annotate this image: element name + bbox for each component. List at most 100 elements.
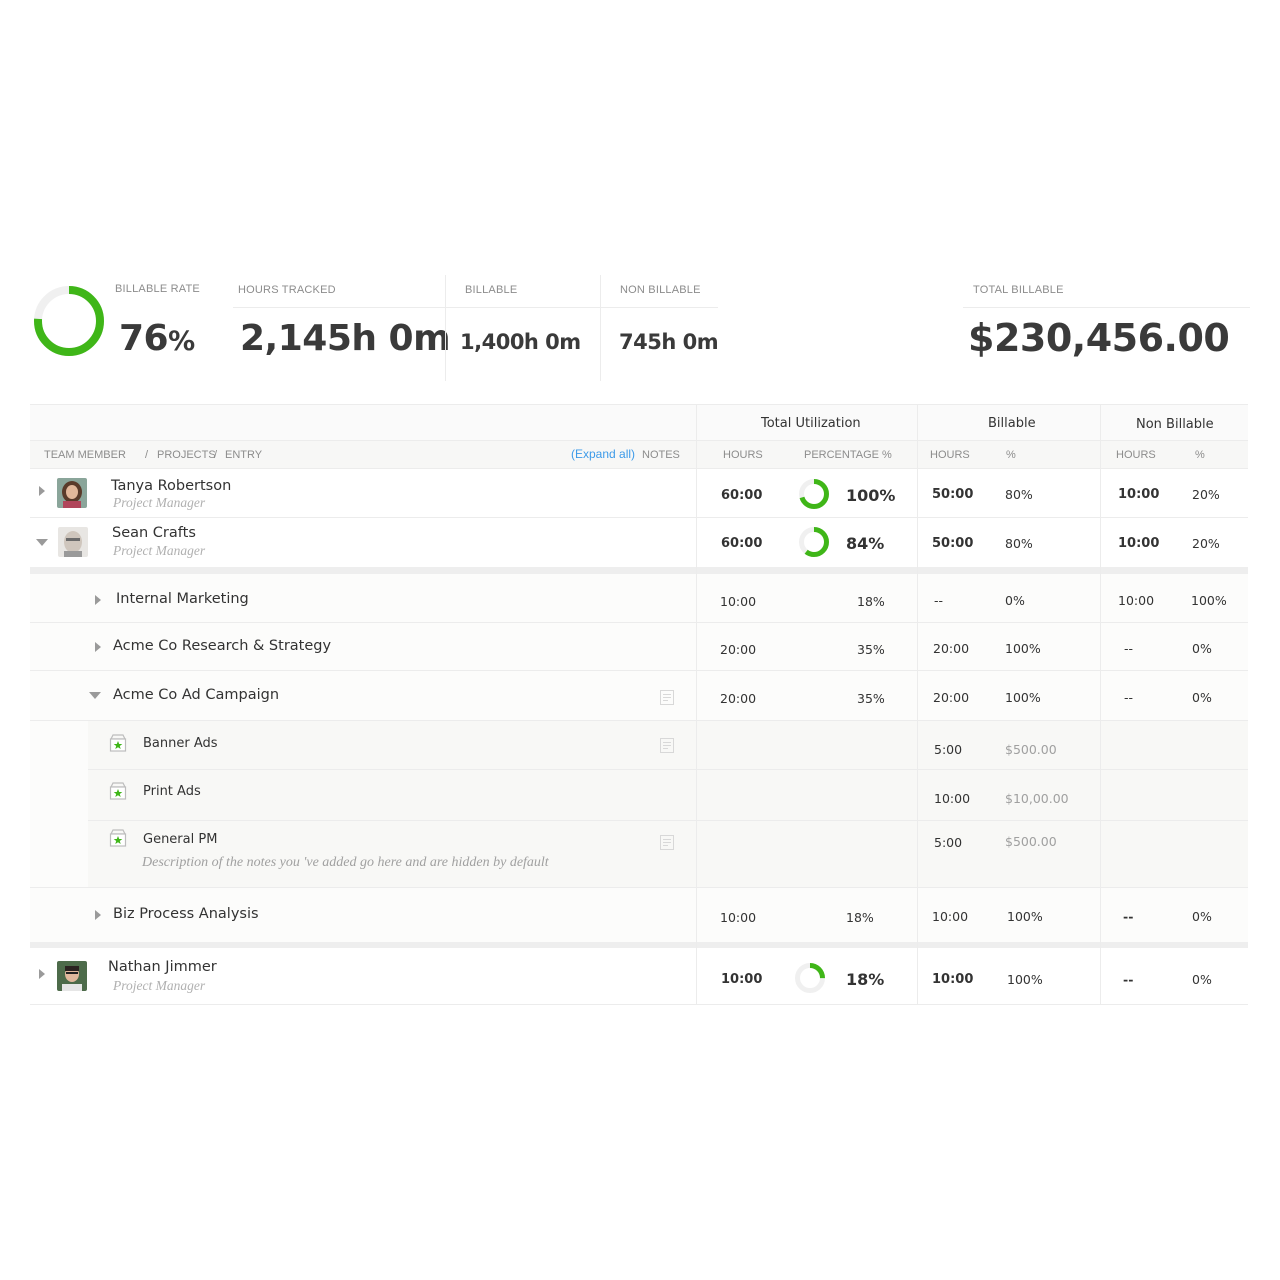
row-line bbox=[30, 670, 1248, 671]
task-icon bbox=[109, 734, 127, 752]
col-line bbox=[1100, 404, 1101, 1004]
utilization-ring bbox=[799, 527, 829, 557]
col-entry: ENTRY bbox=[225, 449, 263, 461]
b-pct: 100% bbox=[1007, 909, 1043, 924]
task-icon bbox=[109, 782, 127, 800]
group-header-row bbox=[30, 405, 1248, 441]
billable-label: BILLABLE bbox=[465, 284, 518, 296]
col-notes: NOTES bbox=[642, 449, 680, 461]
expand-arrow-icon[interactable] bbox=[95, 642, 101, 652]
tu-hours: 10:00 bbox=[720, 910, 757, 925]
avatar bbox=[57, 478, 87, 508]
nb-pct: 0% bbox=[1192, 641, 1212, 656]
row-line bbox=[30, 622, 1248, 623]
notes-icon[interactable] bbox=[660, 738, 674, 753]
entry-name: General PM bbox=[143, 832, 218, 847]
member-name: Tanya Robertson bbox=[111, 478, 232, 494]
tu-hours: 60:00 bbox=[721, 536, 763, 551]
expand-arrow-icon[interactable] bbox=[95, 910, 101, 920]
group-separator bbox=[30, 942, 1248, 948]
row-line bbox=[30, 887, 1248, 888]
nb-hours: -- bbox=[1124, 690, 1134, 705]
project-name: Internal Marketing bbox=[116, 591, 249, 607]
tu-percentage: 84% bbox=[846, 534, 885, 553]
notes-icon[interactable] bbox=[660, 690, 674, 705]
entry-amount: $500.00 bbox=[1005, 742, 1057, 757]
billable-rate-value: 76% bbox=[119, 318, 195, 359]
b-hours: 50:00 bbox=[932, 536, 974, 551]
avatar bbox=[58, 527, 88, 557]
col-tu-hours: HOURS bbox=[723, 449, 763, 461]
tu-hours: 10:00 bbox=[721, 972, 763, 987]
b-pct: 100% bbox=[1005, 641, 1041, 656]
tu-percentage: 35% bbox=[857, 691, 885, 706]
row-line bbox=[30, 720, 1248, 721]
total-billable-label: TOTAL BILLABLE bbox=[973, 284, 1064, 296]
collapse-arrow-icon[interactable] bbox=[36, 539, 48, 546]
nb-pct: 20% bbox=[1192, 536, 1220, 551]
b-hours: 10:00 bbox=[932, 909, 969, 924]
tu-hours: 20:00 bbox=[720, 642, 757, 657]
member-role: Project Manager bbox=[113, 495, 206, 510]
row-line bbox=[30, 404, 1248, 405]
col-separator: / bbox=[145, 449, 149, 461]
member-role: Project Manager bbox=[113, 543, 206, 558]
col-nb-hours: HOURS bbox=[1116, 449, 1156, 461]
b-hours: 50:00 bbox=[932, 487, 974, 502]
task-icon bbox=[109, 829, 127, 847]
b-hours: 10:00 bbox=[934, 791, 971, 806]
row-line bbox=[30, 1004, 1248, 1005]
nb-hours: 10:00 bbox=[1118, 593, 1155, 608]
notes-icon[interactable] bbox=[660, 835, 674, 850]
divider bbox=[601, 307, 718, 308]
nb-pct: 20% bbox=[1192, 487, 1220, 502]
divider bbox=[445, 275, 446, 381]
non-billable-value: 745h 0m bbox=[619, 330, 719, 354]
nb-hours: -- bbox=[1123, 972, 1134, 987]
nb-pct: 0% bbox=[1192, 690, 1212, 705]
b-hours: -- bbox=[934, 593, 944, 608]
nb-hours: 10:00 bbox=[1118, 487, 1160, 502]
project-name: Acme Co Ad Campaign bbox=[113, 687, 280, 703]
divider bbox=[233, 307, 445, 308]
project-name: Biz Process Analysis bbox=[113, 906, 259, 922]
billable-value: 1,400h 0m bbox=[460, 330, 581, 354]
tu-percentage: 100% bbox=[846, 486, 896, 505]
expand-all-link[interactable]: (Expand all) bbox=[571, 447, 635, 461]
member-name: Sean Crafts bbox=[112, 525, 196, 541]
col-line bbox=[696, 404, 697, 1004]
utilization-ring bbox=[799, 479, 829, 509]
expand-arrow-icon[interactable] bbox=[39, 486, 45, 496]
billable-rate-donut bbox=[34, 286, 104, 356]
tu-percentage: 35% bbox=[857, 642, 885, 657]
tu-hours: 20:00 bbox=[720, 691, 757, 706]
row-line bbox=[88, 769, 1248, 770]
b-hours: 20:00 bbox=[933, 641, 970, 656]
avatar bbox=[57, 961, 87, 991]
project-name: Acme Co Research & Strategy bbox=[113, 638, 332, 654]
entry-amount: $500.00 bbox=[1005, 834, 1057, 849]
group-non-billable: Non Billable bbox=[1136, 417, 1214, 432]
row-line bbox=[30, 517, 1248, 518]
b-pct: 0% bbox=[1005, 593, 1025, 608]
nb-pct: 100% bbox=[1191, 593, 1227, 608]
divider bbox=[600, 275, 601, 381]
nb-hours: -- bbox=[1123, 909, 1134, 924]
divider bbox=[963, 307, 1250, 308]
col-projects: PROJECTS bbox=[157, 449, 216, 461]
entry-note: Description of the notes you 've added g… bbox=[142, 855, 549, 870]
expand-arrow-icon[interactable] bbox=[95, 595, 101, 605]
row-line bbox=[88, 820, 1248, 821]
row-line bbox=[30, 440, 1248, 441]
group-separator bbox=[30, 567, 1248, 574]
group-total-utilization: Total Utilization bbox=[761, 416, 861, 431]
expand-arrow-icon[interactable] bbox=[39, 969, 45, 979]
col-team-member: TEAM MEMBER bbox=[44, 449, 126, 461]
nb-hours: 10:00 bbox=[1118, 536, 1160, 551]
member-role: Project Manager bbox=[113, 978, 206, 993]
collapse-arrow-icon[interactable] bbox=[89, 692, 101, 699]
nb-hours: -- bbox=[1124, 641, 1134, 656]
tu-percentage: 18% bbox=[857, 594, 885, 609]
nb-pct: 0% bbox=[1192, 909, 1212, 924]
entry-name: Print Ads bbox=[143, 784, 201, 799]
